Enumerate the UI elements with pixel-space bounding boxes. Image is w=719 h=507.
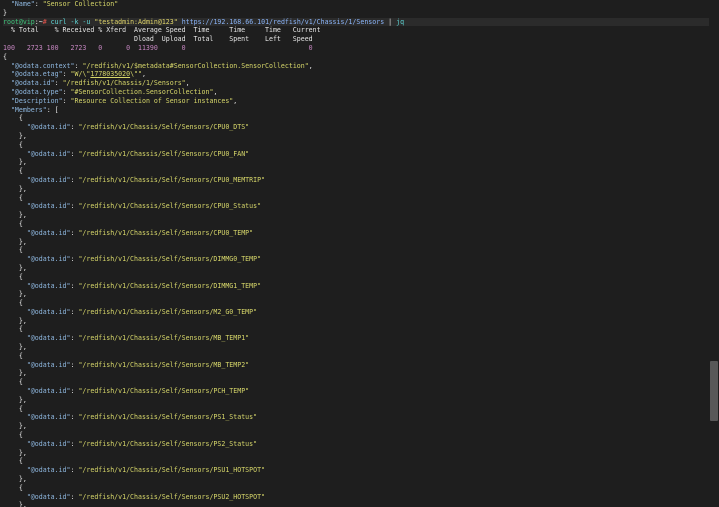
member-close: }, bbox=[18, 237, 27, 246]
member-open: { bbox=[18, 140, 23, 149]
json-line: "Description": "Resource Collection of S… bbox=[10, 96, 238, 105]
member-item: "@odata.id": "/redfish/v1/Chassis/Self/S… bbox=[26, 228, 254, 237]
member-open: { bbox=[18, 351, 23, 360]
member-open: { bbox=[18, 378, 23, 387]
member-open: { bbox=[18, 114, 23, 123]
member-open: { bbox=[18, 325, 23, 334]
member-close: }, bbox=[18, 158, 27, 167]
member-close: }, bbox=[18, 501, 27, 507]
member-close: }, bbox=[18, 211, 27, 220]
json-line: "@odata.etag": "W/\"1778035020\"", bbox=[10, 70, 146, 79]
member-close: }, bbox=[18, 316, 27, 325]
member-close: }, bbox=[18, 290, 27, 299]
member-item: "@odata.id": "/redfish/v1/Chassis/Self/S… bbox=[26, 255, 262, 264]
member-item: "@odata.id": "/redfish/v1/Chassis/Self/S… bbox=[26, 281, 262, 290]
member-close: }, bbox=[18, 263, 27, 272]
member-open: { bbox=[18, 272, 23, 281]
terminal-output[interactable]: "Name": "Sensor Collection" } root@vip:~… bbox=[0, 0, 709, 507]
json-open: { bbox=[3, 52, 7, 61]
json-line: "@odata.id": "/redfish/v1/Chassis/1/Sens… bbox=[10, 79, 190, 88]
member-close: }, bbox=[18, 369, 27, 378]
json-line: "Members": [ bbox=[10, 105, 59, 114]
member-open: { bbox=[18, 299, 23, 308]
member-close: }, bbox=[18, 184, 27, 193]
member-close: }, bbox=[18, 475, 27, 484]
member-close: }, bbox=[18, 395, 27, 404]
request-url[interactable]: https://192.168.66.101/redfish/v1/Chassi… bbox=[182, 18, 384, 26]
member-item: "@odata.id": "/redfish/v1/Chassis/Self/S… bbox=[26, 149, 250, 158]
member-open: { bbox=[18, 457, 23, 466]
member-item: "@odata.id": "/redfish/v1/Chassis/Self/S… bbox=[26, 439, 258, 448]
member-open: { bbox=[18, 219, 23, 228]
member-close: }, bbox=[18, 131, 27, 140]
output-line: } bbox=[3, 8, 7, 17]
prompt-user: root@vip bbox=[3, 17, 35, 26]
scrollbar[interactable] bbox=[709, 0, 719, 507]
member-item: "@odata.id": "/redfish/v1/Chassis/Self/S… bbox=[26, 307, 258, 316]
member-open: { bbox=[18, 246, 23, 255]
member-open: { bbox=[18, 431, 23, 440]
member-item: "@odata.id": "/redfish/v1/Chassis/Self/S… bbox=[26, 360, 250, 369]
member-close: }, bbox=[18, 343, 27, 352]
credentials: "testadmin:Admin@123" bbox=[94, 17, 178, 26]
progress-row: 100 2723 100 2723 0 0 11390 0 0 bbox=[3, 43, 313, 52]
json-line: "@odata.context": "/redfish/v1/$metadata… bbox=[10, 61, 313, 70]
command-line[interactable]: root@vip:~# curl -k -u "testadmin:Admin@… bbox=[3, 17, 709, 27]
member-open: { bbox=[18, 483, 23, 492]
member-close: }, bbox=[18, 422, 27, 431]
member-item: "@odata.id": "/redfish/v1/Chassis/Self/S… bbox=[26, 334, 250, 343]
member-item: "@odata.id": "/redfish/v1/Chassis/Self/S… bbox=[26, 202, 262, 211]
member-item: "@odata.id": "/redfish/v1/Chassis/Self/S… bbox=[26, 492, 266, 501]
member-item: "@odata.id": "/redfish/v1/Chassis/Self/S… bbox=[26, 413, 258, 422]
members-list: {"@odata.id": "/redfish/v1/Chassis/Self/… bbox=[3, 114, 709, 507]
member-item: "@odata.id": "/redfish/v1/Chassis/Self/S… bbox=[26, 387, 250, 396]
member-open: { bbox=[18, 193, 23, 202]
member-item: "@odata.id": "/redfish/v1/Chassis/Self/S… bbox=[26, 175, 266, 184]
member-close: }, bbox=[18, 448, 27, 457]
member-open: { bbox=[18, 167, 23, 176]
output-line: "Name": "Sensor Collection" bbox=[10, 0, 119, 8]
member-item: "@odata.id": "/redfish/v1/Chassis/Self/S… bbox=[26, 466, 266, 475]
member-item: "@odata.id": "/redfish/v1/Chassis/Self/S… bbox=[26, 123, 250, 132]
member-open: { bbox=[18, 404, 23, 413]
progress-header-2: Dload Upload Total Spent Left Speed bbox=[3, 35, 313, 44]
progress-header: % Total % Received % Xferd Average Speed… bbox=[3, 26, 321, 35]
scrollbar-thumb[interactable] bbox=[710, 361, 718, 421]
json-line: "@odata.type": "#SensorCollection.Sensor… bbox=[10, 87, 218, 96]
